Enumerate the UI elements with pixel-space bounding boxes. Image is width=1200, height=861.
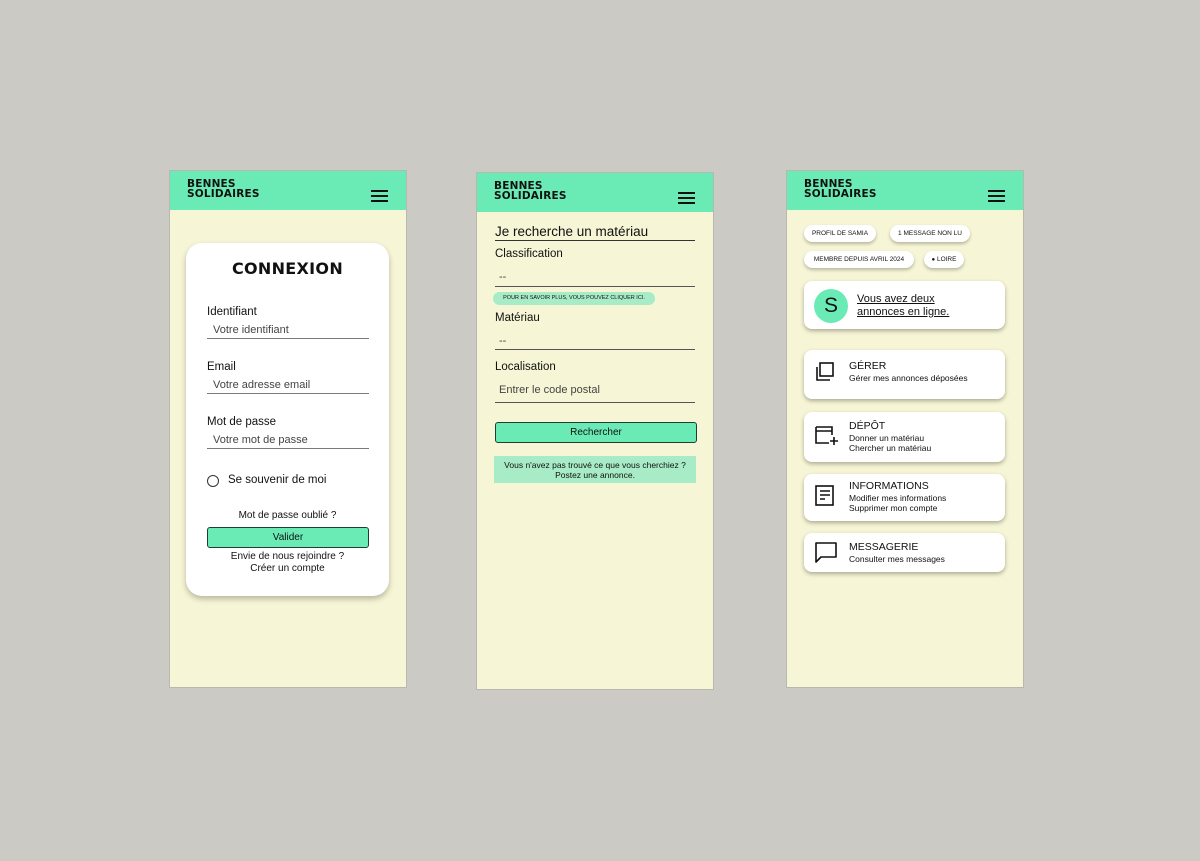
- tile-manage-title: GÉRER: [849, 360, 887, 372]
- hamburger-menu-icon[interactable]: [371, 190, 388, 202]
- tile-deposit-line-2: Chercher un matériau: [849, 443, 932, 453]
- tile-information-title: INFORMATIONS: [849, 480, 929, 492]
- tile-manage-line-1: Gérer mes annonces déposées: [849, 373, 968, 383]
- tile-information-line-2: Supprimer mon compte: [849, 503, 938, 513]
- login-title: CONNEXION: [231, 259, 344, 278]
- location-label: Localisation: [495, 361, 556, 373]
- login-screen: BENNES SOLIDAIRES CONNEXION Identifiant …: [169, 170, 407, 688]
- hamburger-menu-icon[interactable]: [988, 190, 1005, 202]
- tile-manage[interactable]: GÉRER Gérer mes annonces déposées: [804, 350, 1005, 399]
- member-since-chip: MEMBRE DEPUIS AVRIL 2024: [804, 251, 914, 268]
- password-label: Mot de passe: [207, 416, 277, 428]
- brand-line-2: SOLIDAIRES: [494, 190, 567, 202]
- email-input[interactable]: [207, 378, 369, 394]
- password-input[interactable]: [207, 433, 369, 449]
- chat-bubble-icon: [815, 542, 837, 563]
- hamburger-menu-icon[interactable]: [678, 192, 695, 204]
- profile-screen: BENNES SOLIDAIRES PROFIL DE SAMIA 1 MESS…: [786, 170, 1024, 688]
- tile-deposit[interactable]: DÉPÔT Donner un matériau Chercher un mat…: [804, 412, 1005, 462]
- tile-messaging[interactable]: MESSAGERIE Consulter mes messages: [804, 533, 1005, 572]
- document-edit-icon: [815, 485, 834, 506]
- email-label: Email: [207, 361, 236, 373]
- post-announcement-notice[interactable]: Vous n'avez pas trouvé ce que vous cherc…: [494, 456, 696, 483]
- profile-name-chip: PROFIL DE SAMIA: [804, 225, 876, 242]
- forgot-password-link[interactable]: Mot de passe oublié ?: [186, 510, 389, 521]
- announcements-line-1: Vous avez deux: [857, 293, 935, 305]
- remember-me-label: Se souvenir de moi: [228, 474, 327, 486]
- tile-deposit-title: DÉPÔT: [849, 420, 886, 432]
- folder-add-icon: [815, 426, 838, 445]
- info-pill-link[interactable]: POUR EN SAVOIR PLUS, VOUS POUVEZ CLIQUER…: [493, 292, 655, 305]
- remember-me-radio[interactable]: [207, 475, 219, 487]
- unread-messages-chip[interactable]: 1 MESSAGE NON LU: [890, 225, 970, 242]
- announcements-link[interactable]: Vous avez deux annonces en ligne.: [857, 293, 949, 319]
- brand-logo[interactable]: BENNES SOLIDAIRES: [494, 181, 567, 202]
- postal-code-input[interactable]: Entrer le code postal: [495, 384, 695, 403]
- location-chip: ● LOIRE: [924, 251, 964, 268]
- brand-line-2: SOLIDAIRES: [804, 188, 877, 200]
- search-button[interactable]: Rechercher: [495, 422, 697, 443]
- location-chip-label: LOIRE: [936, 256, 957, 263]
- notice-line-1: Vous n'avez pas trouvé ce que vous cherc…: [504, 460, 686, 470]
- material-select[interactable]: --: [495, 335, 695, 350]
- app-header: BENNES SOLIDAIRES: [170, 171, 406, 210]
- app-header: BENNES SOLIDAIRES: [477, 173, 713, 212]
- app-header: BENNES SOLIDAIRES: [787, 171, 1023, 210]
- classification-label: Classification: [495, 248, 563, 260]
- announcements-line-2: annonces en ligne.: [857, 306, 950, 318]
- tile-messaging-title: MESSAGERIE: [849, 541, 919, 553]
- submit-button[interactable]: Valider: [207, 527, 369, 548]
- search-title: Je recherche un matériau: [495, 224, 695, 241]
- avatar: S: [814, 289, 848, 323]
- tile-deposit-line-1: Donner un matériau: [849, 433, 925, 443]
- identifiant-label: Identifiant: [207, 306, 257, 318]
- join-text: Envie de nous rejoindre ?: [230, 551, 345, 562]
- location-pin-icon: ●: [931, 257, 936, 263]
- search-screen: BENNES SOLIDAIRES Je recherche un matéri…: [476, 172, 714, 690]
- create-account-link[interactable]: Créer un compte: [186, 563, 389, 574]
- brand-logo[interactable]: BENNES SOLIDAIRES: [804, 179, 877, 200]
- announcements-card[interactable]: S Vous avez deux annonces en ligne.: [804, 281, 1005, 329]
- tile-messaging-line-1: Consulter mes messages: [849, 554, 945, 564]
- login-card: CONNEXION Identifiant Email Mot de passe…: [186, 243, 389, 596]
- copy-icon: [816, 362, 834, 381]
- tile-information[interactable]: INFORMATIONS Modifier mes informations S…: [804, 474, 1005, 521]
- notice-line-2: Postez une annonce.: [555, 470, 635, 480]
- identifiant-input[interactable]: [207, 323, 369, 339]
- tile-information-line-1: Modifier mes informations: [849, 493, 947, 503]
- brand-line-2: SOLIDAIRES: [187, 188, 260, 200]
- classification-select[interactable]: --: [495, 271, 695, 287]
- brand-logo[interactable]: BENNES SOLIDAIRES: [187, 179, 260, 200]
- material-label: Matériau: [495, 312, 540, 324]
